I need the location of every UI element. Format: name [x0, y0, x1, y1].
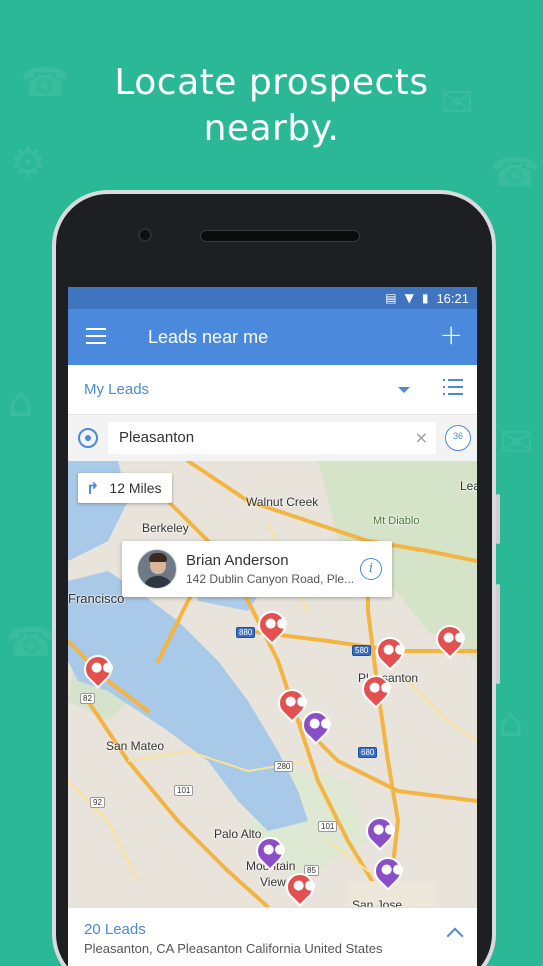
map-label-berkeley: Berkeley — [142, 521, 189, 535]
headline-line2: nearby. — [203, 108, 340, 149]
headline: Locate prospects nearby. — [0, 60, 543, 152]
info-icon[interactable]: i — [360, 558, 382, 580]
map-view[interactable]: Walnut Creek Berkeley Mt Diablo Francisc… — [68, 461, 477, 907]
background-pattern: ☎ — [490, 150, 540, 196]
lead-pin[interactable]: ●● — [252, 605, 292, 647]
phone-speaker — [200, 230, 360, 242]
lead-callout[interactable]: Brian Anderson 142 Dublin Canyon Road, P… — [122, 541, 392, 597]
lead-address: 142 Dublin Canyon Road, Ple... — [186, 572, 355, 586]
status-bar: ▤ ▼ ▮ 16:21 — [68, 287, 477, 309]
phone-camera — [138, 228, 152, 242]
list-view-icon[interactable] — [443, 379, 463, 397]
map-label-san-mateo: San Mateo — [106, 739, 165, 753]
avatar — [137, 549, 177, 589]
lead-pin[interactable]: ●● — [368, 851, 408, 893]
lead-pin[interactable]: ●● — [78, 649, 118, 691]
background-pattern: ⌂ — [498, 700, 524, 746]
chevron-up-icon[interactable] — [446, 927, 464, 945]
search-value: Pleasanton — [119, 429, 195, 446]
phone-power-button — [496, 494, 500, 544]
clear-icon[interactable]: × — [415, 428, 428, 447]
lead-pin[interactable]: ●● — [370, 631, 410, 673]
lead-pin[interactable]: ●● — [356, 669, 396, 711]
highway-shield: 92 — [90, 797, 105, 808]
leads-location: Pleasanton, CA Pleasanton California Uni… — [84, 941, 383, 956]
app-bar: Leads near me + — [68, 309, 477, 365]
highway-shield: 280 — [274, 761, 294, 772]
highway-shield: 580 — [352, 645, 372, 656]
map-label-mt-diablo: Mt Diablo — [373, 515, 420, 527]
leads-filter-select[interactable]: My Leads — [84, 381, 149, 398]
lead-pin[interactable]: ●● — [296, 705, 336, 747]
background-pattern: ☎ — [6, 620, 56, 666]
app-screen: ▤ ▼ ▮ 16:21 Leads near me + My Leads Ple… — [68, 287, 477, 966]
highway-shield: 880 — [236, 627, 256, 638]
distance-label: 12 Miles — [109, 480, 162, 496]
search-bar: Pleasanton × 36 — [68, 415, 477, 461]
search-input[interactable]: Pleasanton × — [108, 422, 436, 454]
highway-shield: 680 — [358, 747, 378, 758]
leads-filter-bar: My Leads — [68, 365, 477, 415]
highway-shield: 82 — [80, 693, 95, 704]
hamburger-icon[interactable] — [86, 328, 106, 344]
background-pattern: ✉ — [500, 420, 534, 466]
locate-icon[interactable] — [78, 428, 98, 448]
headline-line1: Locate prospects — [114, 62, 429, 103]
background-pattern: ⌂ — [8, 380, 34, 426]
turn-right-icon: ↱ — [86, 478, 100, 498]
battery-icon: ▮ — [421, 291, 429, 305]
wifi-icon: ▼ — [404, 291, 414, 305]
map-label-walnut-creek: Walnut Creek — [246, 495, 319, 509]
status-time: 16:21 — [436, 290, 469, 306]
plus-icon[interactable]: + — [440, 321, 463, 349]
app-title: Leads near me — [148, 326, 269, 347]
phone-volume-button — [496, 584, 500, 684]
highway-shield: 101 — [318, 821, 338, 832]
dropdown-arrow-icon[interactable] — [398, 387, 410, 393]
map-label-san-jose: San Jose — [352, 898, 403, 907]
map-label-edge: Lea — [460, 479, 477, 493]
leads-count: 20 Leads — [84, 921, 146, 938]
map-label-view: View — [260, 875, 286, 889]
map-label-francisco: Francisco — [68, 591, 125, 606]
lead-pin[interactable]: ●● — [250, 831, 290, 873]
map-label-palo-alto: Palo Alto — [214, 827, 262, 841]
distance-chip: ↱ 12 Miles — [78, 473, 172, 503]
vibrate-icon: ▤ — [385, 291, 397, 305]
lead-pin[interactable]: ●● — [430, 619, 470, 661]
radius-button[interactable]: 36 — [445, 425, 471, 451]
lead-pin[interactable]: ●● — [360, 811, 400, 853]
leads-summary-sheet[interactable]: 20 Leads Pleasanton, CA Pleasanton Calif… — [68, 907, 477, 966]
highway-shield: 101 — [174, 785, 194, 796]
lead-name: Brian Anderson — [186, 552, 289, 569]
lead-pin[interactable]: ●● — [280, 867, 320, 907]
